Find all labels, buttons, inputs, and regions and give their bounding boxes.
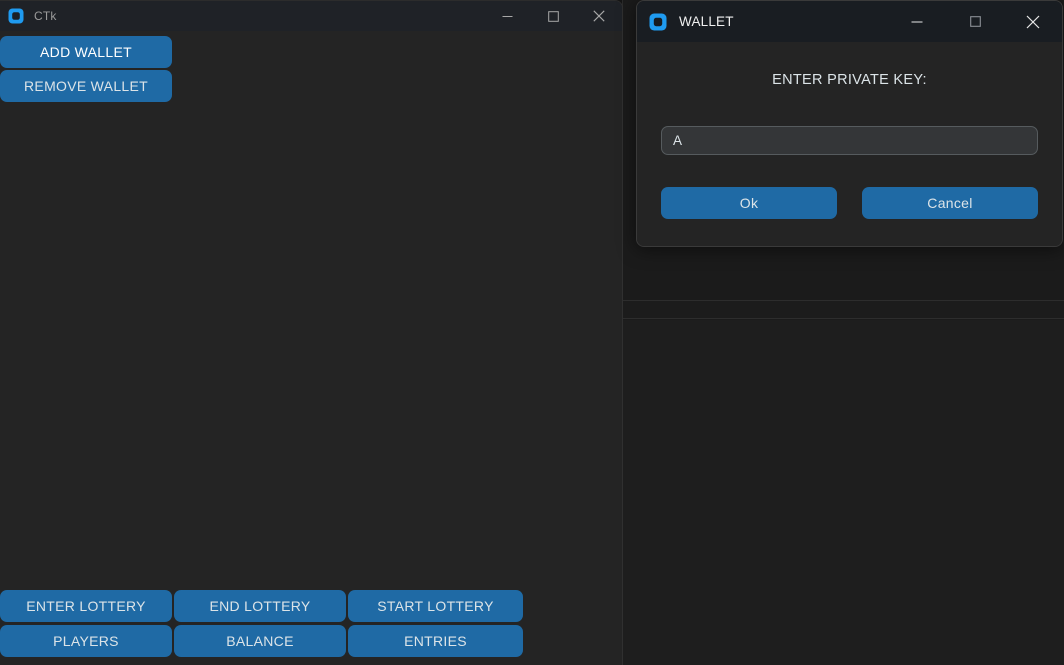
minimize-icon xyxy=(911,20,923,23)
maximize-icon xyxy=(547,10,559,22)
cancel-button[interactable]: Cancel xyxy=(862,187,1038,219)
close-icon xyxy=(1026,15,1040,28)
maximize-button[interactable] xyxy=(946,1,1004,42)
ctk-app-icon xyxy=(8,8,24,24)
close-icon xyxy=(593,10,605,22)
enter-lottery-button[interactable]: ENTER LOTTERY xyxy=(0,590,172,622)
minimize-button[interactable] xyxy=(484,1,530,31)
main-window-body: ADD WALLET REMOVE WALLET ENTER LOTTERY E… xyxy=(0,31,622,665)
close-button[interactable] xyxy=(576,1,622,31)
ok-button[interactable]: Ok xyxy=(661,187,837,219)
wallet-dialog-caption-buttons xyxy=(888,1,1062,42)
desktop-screen: CTk ADD WALLET REMOVE WALLET ENTER LOTTE… xyxy=(0,0,1064,665)
background-window-strip xyxy=(623,300,1064,319)
maximize-button[interactable] xyxy=(530,1,576,31)
balance-button[interactable]: BALANCE xyxy=(174,625,346,657)
main-window-title: CTk xyxy=(34,9,57,23)
minimize-icon xyxy=(502,15,512,17)
wallet-dialog-body: ENTER PRIVATE KEY: Ok Cancel xyxy=(637,42,1062,246)
minimize-button[interactable] xyxy=(888,1,946,42)
wallet-dialog-title: WALLET xyxy=(679,14,734,29)
private-key-prompt-label: ENTER PRIVATE KEY: xyxy=(772,72,927,88)
private-key-input[interactable] xyxy=(661,126,1038,155)
wallet-dialog-titlebar[interactable]: WALLET xyxy=(637,1,1062,42)
main-window-caption-buttons xyxy=(484,1,622,31)
ctk-app-icon xyxy=(649,13,667,30)
end-lottery-button[interactable]: END LOTTERY xyxy=(174,590,346,622)
main-window-titlebar[interactable]: CTk xyxy=(0,1,622,31)
close-button[interactable] xyxy=(1004,1,1062,42)
remove-wallet-button[interactable]: REMOVE WALLET xyxy=(0,70,172,102)
main-window[interactable]: CTk ADD WALLET REMOVE WALLET ENTER LOTTE… xyxy=(0,0,623,665)
entries-button[interactable]: ENTRIES xyxy=(348,625,523,657)
background-window-lower-panel xyxy=(623,320,1064,665)
start-lottery-button[interactable]: START LOTTERY xyxy=(348,590,523,622)
wallet-dialog[interactable]: WALLET ENTER PRIVATE KEY: A Ok Cancel xyxy=(636,0,1063,247)
maximize-icon xyxy=(969,16,981,27)
players-button[interactable]: PLAYERS xyxy=(0,625,172,657)
add-wallet-button[interactable]: ADD WALLET xyxy=(0,36,172,68)
